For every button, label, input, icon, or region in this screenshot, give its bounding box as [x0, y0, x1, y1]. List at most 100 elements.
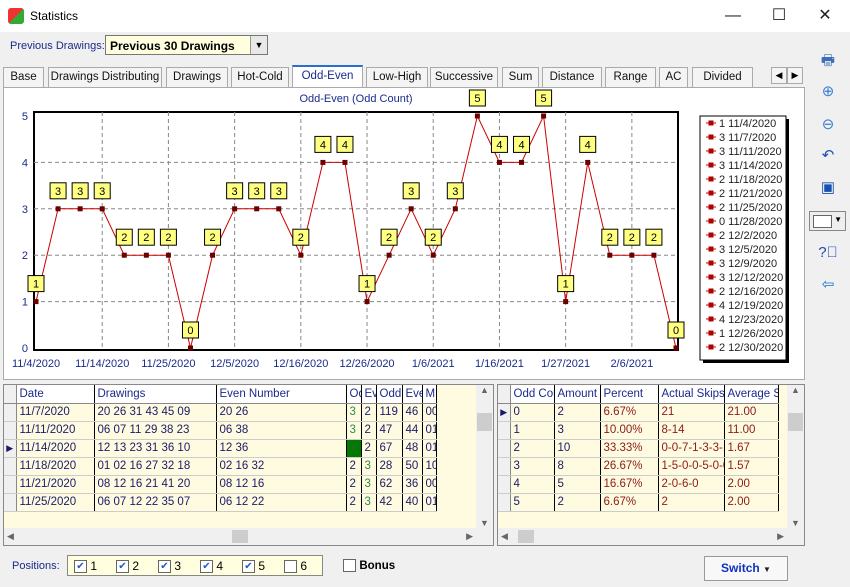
table-row[interactable]: 3 8 26.67% 1-5-0-0-5-0-0 1.57 [498, 457, 779, 476]
exit-icon[interactable]: ⇦ [814, 274, 842, 296]
data-label: 3 [55, 186, 61, 198]
tab-base[interactable]: Base [3, 67, 44, 87]
column-header[interactable]: Odd Cou [510, 385, 555, 404]
position-checkbox-2[interactable]: ✔ 2 [116, 559, 139, 574]
position-checkbox-1[interactable]: ✔ 1 [74, 559, 97, 574]
table-row[interactable]: ▶ 0 2 6.67% 21 21.00 [498, 403, 779, 422]
color-picker[interactable]: ▼ [809, 211, 846, 231]
tab-distance[interactable]: Distance [542, 67, 602, 87]
checkbox[interactable]: ✔ [116, 560, 129, 574]
horizontal-scrollbar[interactable]: ◀ ▶ [498, 528, 804, 545]
tab-scroll-left[interactable]: ◀ [771, 67, 787, 84]
printer-icon[interactable]: 🖶 [814, 50, 842, 72]
table-row[interactable]: 11/11/202006 07 11 29 38 2306 3832474401 [4, 421, 437, 440]
checkbox[interactable] [284, 560, 297, 574]
vertical-scrollbar[interactable]: ▲ ▼ [476, 385, 493, 528]
row-indicator [4, 493, 17, 512]
table-row[interactable]: ▶ 11/14/2020 12 13 23 31 36 10 12 36 3 2 67 48 0… [4, 439, 437, 458]
data-label: 2 [430, 232, 436, 244]
column-header[interactable]: Odd ( [346, 385, 362, 404]
table-row[interactable]: 5 2 6.67% 2 2.00 [498, 493, 779, 512]
data-point [519, 159, 525, 165]
bonus-checkbox[interactable]: Bonus [343, 558, 395, 573]
tab-scroll-right[interactable]: ▶ [787, 67, 803, 84]
table-cell: 67 [376, 439, 403, 458]
tab-divided[interactable]: Divided [692, 67, 753, 87]
table-cell: 2 [361, 421, 377, 440]
tab-drawings-distributing[interactable]: Drawings Distributing [48, 67, 162, 87]
tab-ac[interactable]: AC [659, 67, 688, 87]
close-button[interactable]: ✕ [802, 4, 848, 28]
tab-range[interactable]: Range [605, 67, 656, 87]
data-label: 3 [99, 186, 105, 198]
legend-marker [708, 274, 714, 280]
previous-drawings-select[interactable]: Previous 30 Drawings ▼ [105, 35, 268, 55]
tab-drawings[interactable]: Drawings [166, 67, 228, 87]
position-checkbox-3[interactable]: ✔ 3 [158, 559, 181, 574]
checkbox[interactable]: ✔ [74, 560, 87, 574]
switch-button[interactable]: Switch ▼ [704, 556, 788, 581]
minimize-button[interactable]: — [710, 4, 756, 28]
legend-marker [708, 162, 714, 168]
legend-entry: 3 12/9/2020 [719, 258, 777, 270]
table-row[interactable]: 11/25/2020 06 07 12 22 35 07 06 12 22 2 3 42 4… [4, 493, 437, 512]
column-header[interactable]: Even [402, 385, 423, 404]
position-checkbox-4[interactable]: ✔ 4 [200, 559, 223, 574]
x-tick-label: 12/16/2020 [273, 358, 328, 370]
checkbox[interactable]: ✔ [200, 560, 213, 574]
table-cell: 42 [376, 493, 403, 512]
tab-successive[interactable]: Successive [430, 67, 498, 87]
table-cell: 2.00 [724, 493, 779, 512]
column-header[interactable]: Actual Skips [658, 385, 725, 404]
row-indicator [498, 439, 511, 458]
table-row[interactable]: 11/21/2020 08 12 16 21 41 20 08 12 16 2 3 62 3… [4, 475, 437, 494]
legend-entry: 3 11/7/2020 [719, 132, 776, 144]
column-header[interactable]: Even Number [216, 385, 347, 404]
data-point [585, 159, 591, 165]
table-row[interactable]: 4 5 16.67% 2-0-6-0 2.00 [498, 475, 779, 494]
tab-odd-even[interactable]: Odd-Even [292, 65, 363, 87]
help-icon[interactable]: ?⃝ [814, 242, 842, 264]
column-header[interactable]: M [422, 385, 437, 404]
row-indicator: ▶ [4, 439, 17, 458]
tab-hot-cold[interactable]: Hot-Cold [231, 67, 289, 87]
vertical-scrollbar[interactable]: ▲ ▼ [787, 385, 804, 528]
save-icon[interactable]: ▣ [814, 177, 842, 199]
position-label: 6 [300, 559, 308, 573]
legend-marker [708, 190, 714, 196]
tab-low-high[interactable]: Low-High [366, 67, 428, 87]
column-header[interactable]: Date [16, 385, 95, 404]
table-cell: 21 [658, 403, 725, 422]
table-row[interactable]: 11/7/202020 26 31 43 45 0920 26321194600 [4, 403, 437, 422]
tab-sum[interactable]: Sum [502, 67, 539, 87]
column-header[interactable]: Even [361, 385, 377, 404]
data-label: 2 [121, 232, 127, 244]
checkbox[interactable]: ✔ [242, 560, 255, 574]
horizontal-scrollbar[interactable]: ◀ ▶ [4, 528, 493, 545]
column-header[interactable]: Percent [600, 385, 659, 404]
zoom-out-icon[interactable]: ⊖ [814, 114, 842, 136]
data-label: 3 [254, 186, 260, 198]
app-icon [8, 8, 24, 24]
column-header[interactable]: Average S [724, 385, 779, 404]
checkbox[interactable]: ✔ [158, 560, 171, 574]
column-header[interactable]: Amount [554, 385, 601, 404]
column-header[interactable]: Odd S [376, 385, 403, 404]
row-indicator-header [498, 385, 511, 404]
drawings-grid[interactable]: DateDrawingsEven NumberOdd (EvenOdd SEve… [3, 384, 494, 546]
table-cell: 36 [402, 475, 423, 494]
table-row[interactable]: 21033.33%0-0-7-1-3-3-1-01.67 [498, 439, 779, 458]
row-indicator [4, 475, 17, 494]
maximize-button[interactable]: ☐ [756, 4, 802, 28]
undo-icon[interactable]: ↶ [814, 145, 842, 167]
position-checkbox-5[interactable]: ✔ 5 [242, 559, 265, 574]
odd-count-grid[interactable]: Odd CouAmountPercentActual SkipsAverage … [497, 384, 805, 546]
position-checkbox-6[interactable]: 6 [284, 559, 308, 574]
legend-entry: 3 11/14/2020 [719, 160, 782, 172]
column-header[interactable]: Drawings [94, 385, 217, 404]
table-row[interactable]: 1 3 10.00% 8-14 11.00 [498, 421, 779, 440]
checkbox[interactable] [343, 559, 356, 573]
zoom-in-icon[interactable]: ⊕ [814, 81, 842, 103]
x-tick-label: 11/25/2020 [141, 358, 195, 370]
table-row[interactable]: 11/18/2020 01 02 16 27 32 18 02 16 32 2 3 28 5… [4, 457, 437, 476]
